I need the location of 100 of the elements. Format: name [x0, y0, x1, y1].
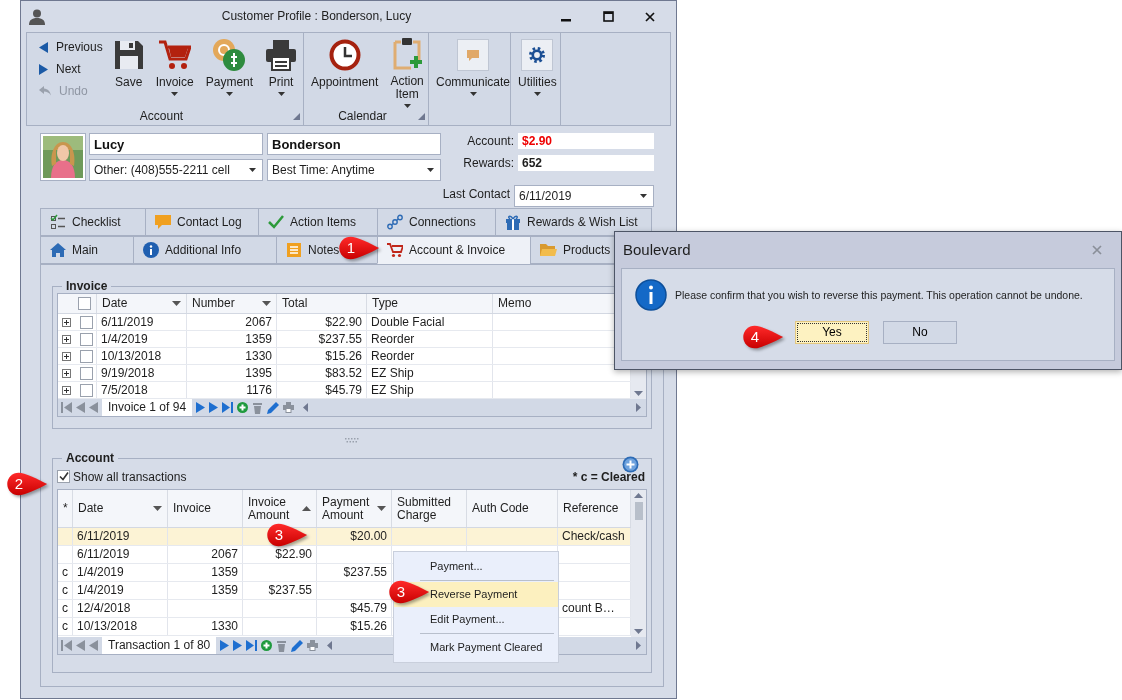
minimize-icon — [561, 18, 571, 22]
dialog-launcher-icon[interactable] — [418, 112, 425, 120]
ribbon-button[interactable]: Payment — [200, 36, 259, 109]
row-checkbox[interactable] — [80, 383, 93, 397]
column-header: Date — [102, 297, 128, 310]
pencil-icon[interactable] — [267, 401, 280, 414]
pencil-icon[interactable] — [291, 639, 304, 652]
next-record-icon[interactable] — [220, 640, 230, 651]
dialog-button[interactable]: No — [883, 321, 957, 344]
date-dropdown[interactable]: 6/11/2019 — [514, 185, 654, 207]
scroll-down-icon[interactable] — [634, 391, 643, 396]
table-cell: 6/11/2019 — [97, 314, 187, 330]
expand-icon[interactable] — [62, 385, 71, 395]
step-callout-tooltip: 1 — [338, 235, 380, 261]
table-cell: 1330 — [168, 618, 243, 635]
expand-icon[interactable] — [62, 317, 71, 327]
expand-icon[interactable] — [62, 334, 71, 344]
table-cell: Reorder — [367, 348, 493, 364]
previous-page-icon[interactable] — [76, 402, 85, 413]
best-time-dropdown[interactable]: Best Time: Anytime — [267, 159, 441, 181]
tab[interactable]: Contact Log — [145, 208, 259, 236]
splitter-grip-icon[interactable] — [345, 437, 359, 443]
last-name-field[interactable]: Bonderson — [267, 133, 441, 155]
show-all-checkbox[interactable]: Show all transactions — [57, 469, 187, 485]
speech-bubble-icon — [457, 38, 489, 71]
add-icon[interactable] — [622, 456, 639, 473]
previous-page-icon[interactable] — [76, 640, 85, 651]
tab[interactable]: Main — [40, 236, 134, 264]
ribbon-button[interactable]: Action Item — [385, 36, 429, 109]
phone-dropdown[interactable]: Other: (408)555-2211 cell — [89, 159, 263, 181]
tab[interactable]: Action Items — [258, 208, 378, 236]
ribbon-button[interactable]: Utilities — [513, 36, 562, 109]
column-header: Date — [78, 502, 104, 515]
tab[interactable]: Additional Info — [133, 236, 277, 264]
last-record-icon[interactable] — [222, 402, 234, 413]
ribbon-button[interactable]: Previous — [29, 36, 107, 58]
row-checkbox[interactable] — [80, 366, 93, 380]
folder-icon — [540, 243, 557, 257]
select-all-checkbox[interactable] — [78, 297, 91, 310]
table-cell: 6/11/2019 — [73, 546, 168, 563]
caret-icon — [640, 194, 647, 198]
tab[interactable]: Checklist — [40, 208, 146, 236]
row-checkbox[interactable] — [80, 315, 93, 329]
table-cell: 1176 — [187, 382, 277, 398]
ribbon-button[interactable]: Next — [29, 58, 107, 80]
connected-dots-icon — [387, 214, 403, 230]
close-icon — [645, 11, 655, 22]
add-icon[interactable] — [237, 402, 249, 413]
group-label: Account — [138, 108, 185, 124]
trash-icon[interactable] — [276, 639, 288, 652]
tab[interactable]: Account & Invoice — [377, 236, 531, 264]
dialog-button[interactable]: Yes — [795, 321, 869, 344]
table-cell: 2067 — [187, 314, 277, 330]
ribbon-button[interactable]: Print — [260, 36, 303, 109]
filter-dropdown-icon[interactable] — [153, 506, 162, 511]
filter-dropdown-icon[interactable] — [262, 301, 271, 306]
filter-dropdown-icon[interactable] — [172, 301, 181, 306]
ribbon-button[interactable]: Communicate — [431, 36, 516, 109]
row-checkbox[interactable] — [80, 349, 93, 363]
settings-icon — [521, 38, 554, 71]
step-callout-tooltip: 3 — [266, 522, 308, 548]
scroll-right-icon[interactable] — [636, 641, 641, 650]
scroll-up-icon[interactable] — [634, 493, 643, 498]
caret-icon — [403, 104, 411, 108]
table-cell: c — [58, 564, 73, 581]
first-name-field[interactable]: Lucy — [89, 133, 263, 155]
previous-record-icon[interactable] — [89, 640, 98, 651]
add-icon[interactable] — [261, 640, 273, 651]
scroll-left-icon[interactable] — [303, 403, 309, 412]
menu-item[interactable]: Mark Payment Cleared — [394, 635, 558, 660]
first-record-icon[interactable] — [61, 402, 72, 413]
first-record-icon[interactable] — [61, 640, 72, 651]
trash-icon[interactable] — [252, 401, 264, 414]
tab[interactable]: Connections — [377, 208, 496, 236]
tab[interactable]: Rewards & Wish List — [495, 208, 652, 236]
account-balance: $2.90 — [518, 133, 654, 149]
next-page-icon[interactable] — [233, 640, 243, 651]
last-record-icon[interactable] — [246, 640, 258, 651]
ribbon-button[interactable]: Appointment — [306, 36, 384, 109]
printer-icon[interactable] — [283, 402, 295, 413]
previous-record-icon[interactable] — [89, 402, 98, 413]
sort-ascending-icon[interactable] — [302, 506, 311, 511]
column-header: Total — [282, 297, 308, 310]
filter-dropdown-icon[interactable] — [377, 506, 386, 511]
next-page-icon[interactable] — [209, 402, 219, 413]
row-checkbox[interactable] — [80, 332, 93, 346]
ribbon-button[interactable]: Invoice — [150, 36, 199, 109]
scrollbar-thumb[interactable] — [634, 502, 643, 520]
scroll-left-icon[interactable] — [327, 641, 333, 650]
expand-icon[interactable] — [62, 351, 71, 361]
gift-icon — [505, 214, 521, 230]
dialog-launcher-icon[interactable] — [293, 112, 300, 120]
scroll-down-icon[interactable] — [634, 629, 643, 634]
ribbon-button[interactable]: Save — [108, 36, 149, 109]
printer-icon[interactable] — [307, 640, 319, 651]
expand-icon[interactable] — [62, 368, 71, 378]
table-cell: c — [58, 618, 73, 635]
next-record-icon[interactable] — [196, 402, 206, 413]
scroll-right-icon[interactable] — [636, 403, 641, 412]
column-header: Auth Code — [472, 502, 529, 515]
